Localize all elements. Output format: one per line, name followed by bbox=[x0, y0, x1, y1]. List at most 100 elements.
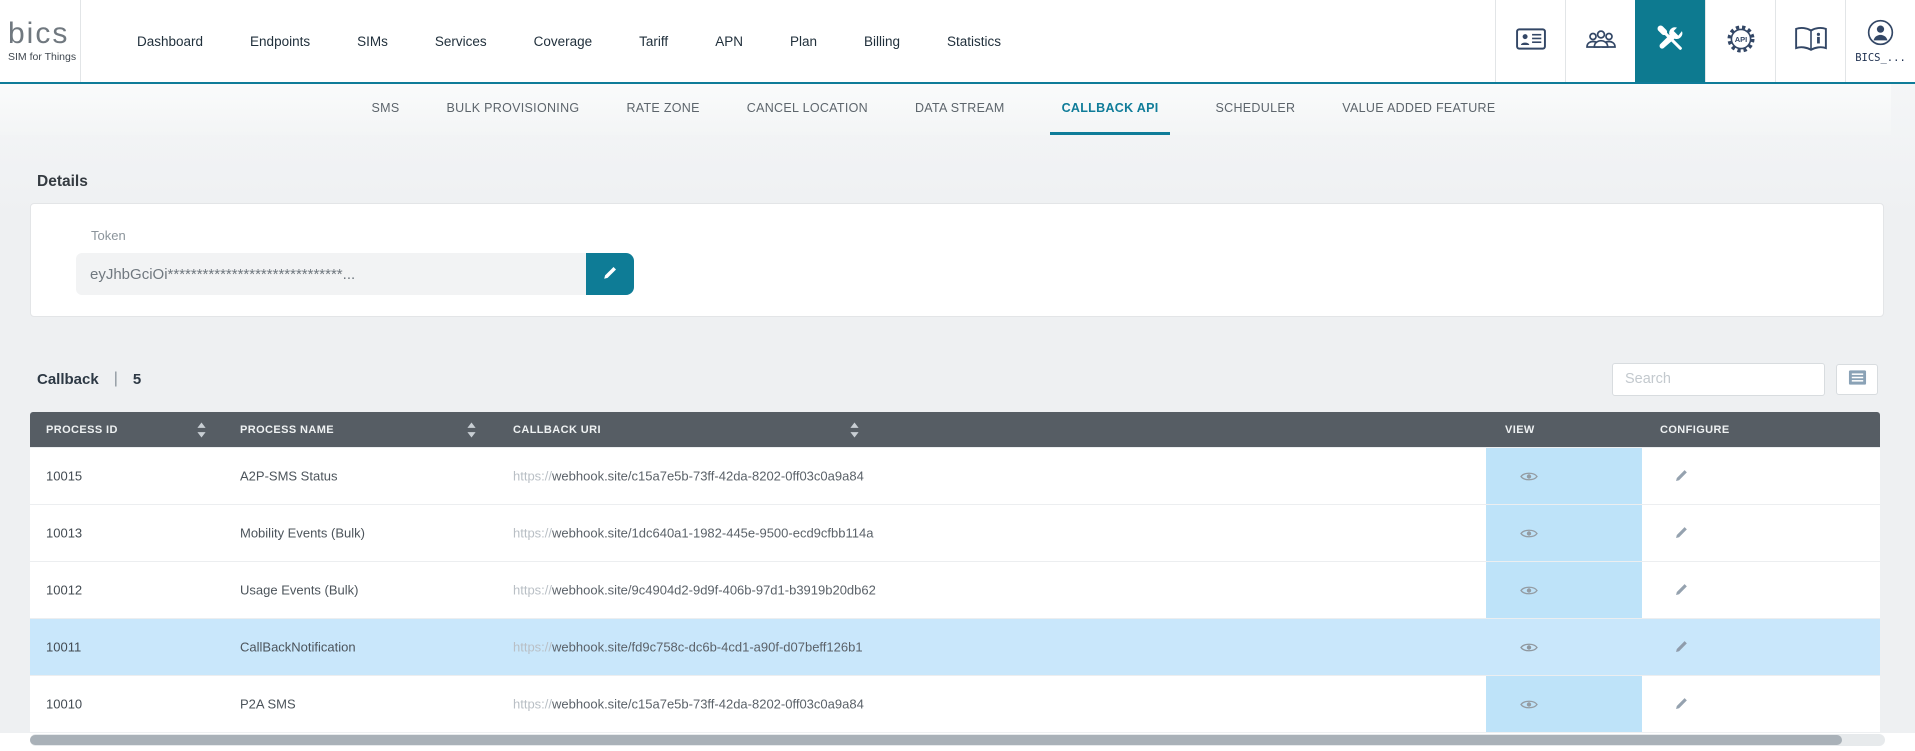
cell-callback-uri: https://webhook.site/c15a7e5b-73ff-42da-… bbox=[513, 469, 864, 484]
pencil-icon bbox=[1674, 642, 1689, 657]
nav-item-plan[interactable]: Plan bbox=[790, 34, 817, 49]
table-row-selected[interactable]: 10011 CallBackNotification https://webho… bbox=[30, 618, 1880, 675]
sort-process-id-icon[interactable] bbox=[197, 422, 206, 437]
tab-callback-api[interactable]: CALLBACK API bbox=[1050, 84, 1171, 135]
docs-book-icon bbox=[1794, 25, 1828, 58]
callback-count: 5 bbox=[133, 371, 141, 388]
main-nav: Dashboard Endpoints SIMs Services Covera… bbox=[137, 0, 1001, 82]
callback-heading: Callback | 5 bbox=[37, 370, 141, 388]
uri-path: webhook.site/1dc640a1-1982-445e-9500-ecd… bbox=[552, 526, 873, 541]
configure-cell bbox=[1670, 464, 1693, 488]
api-gear-icon: API bbox=[1723, 21, 1759, 62]
configure-cell bbox=[1670, 692, 1693, 716]
api-button[interactable]: API bbox=[1705, 0, 1775, 82]
pencil-icon bbox=[1674, 528, 1689, 543]
horizontal-scrollbar-thumb[interactable] bbox=[30, 735, 1842, 745]
tab-rate-zone[interactable]: RATE ZONE bbox=[624, 84, 701, 135]
column-settings-button[interactable] bbox=[1836, 364, 1878, 395]
nav-item-billing[interactable]: Billing bbox=[864, 34, 900, 49]
cell-process-id: 10012 bbox=[46, 583, 82, 598]
configure-button[interactable] bbox=[1670, 578, 1693, 601]
header-icon-bar: API BICS_... bbox=[1495, 0, 1915, 82]
tab-sms[interactable]: SMS bbox=[370, 84, 402, 135]
eye-icon bbox=[1520, 470, 1538, 485]
view-button[interactable] bbox=[1516, 695, 1542, 714]
app-root: bics SIM for Things Dashboard Endpoints … bbox=[0, 0, 1915, 751]
nav-item-endpoints[interactable]: Endpoints bbox=[250, 34, 310, 49]
cell-process-name: Usage Events (Bulk) bbox=[240, 583, 359, 598]
cell-callback-uri: https://webhook.site/1dc640a1-1982-445e-… bbox=[513, 526, 873, 541]
nav-item-dashboard[interactable]: Dashboard bbox=[137, 34, 203, 49]
contact-card-button[interactable] bbox=[1495, 0, 1565, 82]
tab-bulk-provisioning[interactable]: BULK PROVISIONING bbox=[445, 84, 582, 135]
details-card: Token bbox=[30, 203, 1884, 317]
configure-button[interactable] bbox=[1670, 464, 1693, 487]
configure-button[interactable] bbox=[1670, 692, 1693, 715]
tools-button[interactable] bbox=[1635, 0, 1705, 82]
configure-button[interactable] bbox=[1670, 521, 1693, 544]
top-header: bics SIM for Things Dashboard Endpoints … bbox=[0, 0, 1915, 84]
cell-process-id: 10010 bbox=[46, 697, 82, 712]
col-callback-uri: CALLBACK URI bbox=[513, 424, 601, 436]
users-button[interactable] bbox=[1565, 0, 1635, 82]
table-row[interactable]: 10012 Usage Events (Bulk) https://webhoo… bbox=[30, 561, 1880, 618]
uri-path: webhook.site/9c4904d2-9d9f-406b-97d1-b39… bbox=[552, 583, 876, 598]
nav-item-apn[interactable]: APN bbox=[715, 34, 743, 49]
pencil-icon bbox=[1674, 585, 1689, 600]
brand-logo-text: bics bbox=[8, 19, 80, 49]
cell-callback-uri: https://webhook.site/c15a7e5b-73ff-42da-… bbox=[513, 697, 864, 712]
table-row[interactable]: 10013 Mobility Events (Bulk) https://web… bbox=[30, 504, 1880, 561]
search-input[interactable] bbox=[1612, 363, 1825, 396]
cell-callback-uri: https://webhook.site/9c4904d2-9d9f-406b-… bbox=[513, 583, 876, 598]
uri-scheme: https:// bbox=[513, 469, 552, 484]
horizontal-scrollbar-track[interactable] bbox=[30, 734, 1885, 746]
uri-path: webhook.site/c15a7e5b-73ff-42da-8202-0ff… bbox=[552, 697, 864, 712]
token-input[interactable] bbox=[76, 253, 586, 295]
nav-item-statistics[interactable]: Statistics bbox=[947, 34, 1001, 49]
col-configure: CONFIGURE bbox=[1660, 424, 1730, 436]
nav-item-tariff[interactable]: Tariff bbox=[639, 34, 668, 49]
configure-button[interactable] bbox=[1670, 635, 1693, 658]
token-row bbox=[76, 253, 1883, 295]
view-button[interactable] bbox=[1516, 638, 1542, 657]
view-button[interactable] bbox=[1516, 467, 1542, 486]
tab-data-stream[interactable]: DATA STREAM bbox=[913, 84, 1007, 135]
sort-process-name-icon[interactable] bbox=[467, 422, 476, 437]
uri-scheme: https:// bbox=[513, 526, 552, 541]
scrollbar-track-band bbox=[0, 733, 1915, 751]
col-process-name: PROCESS NAME bbox=[240, 424, 334, 436]
tab-cancel-location[interactable]: CANCEL LOCATION bbox=[745, 84, 870, 135]
tab-value-added-feature[interactable]: VALUE ADDED FEATURE bbox=[1340, 84, 1497, 135]
token-edit-button[interactable] bbox=[586, 253, 634, 295]
service-tabs: SMS BULK PROVISIONING RATE ZONE CANCEL L… bbox=[0, 84, 1891, 135]
view-cell bbox=[1486, 448, 1642, 504]
table-row[interactable]: 10010 P2A SMS https://webhook.site/c15a7… bbox=[30, 675, 1880, 732]
nav-item-sims[interactable]: SIMs bbox=[357, 34, 388, 49]
table-row[interactable]: 10015 A2P-SMS Status https://webhook.sit… bbox=[30, 447, 1880, 504]
view-button[interactable] bbox=[1516, 524, 1542, 543]
brand-tagline: SIM for Things bbox=[8, 51, 80, 63]
configure-cell bbox=[1670, 521, 1693, 545]
svg-text:API: API bbox=[1734, 34, 1747, 43]
callback-header-row: Callback | 5 bbox=[37, 361, 1878, 397]
view-button[interactable] bbox=[1516, 581, 1542, 600]
brand-logo[interactable]: bics SIM for Things bbox=[0, 0, 80, 82]
nav-item-services[interactable]: Services bbox=[435, 34, 487, 49]
header-divider bbox=[80, 0, 81, 82]
eye-icon bbox=[1520, 641, 1538, 656]
pencil-icon bbox=[602, 265, 618, 284]
contact-card-icon bbox=[1516, 28, 1546, 55]
docs-button[interactable] bbox=[1775, 0, 1845, 82]
user-menu-button[interactable]: BICS_... bbox=[1845, 0, 1915, 82]
sort-callback-uri-icon[interactable] bbox=[850, 422, 859, 437]
tab-scheduler[interactable]: SCHEDULER bbox=[1213, 84, 1297, 135]
view-cell bbox=[1486, 562, 1642, 618]
view-cell bbox=[1486, 619, 1642, 675]
nav-item-coverage[interactable]: Coverage bbox=[534, 34, 593, 49]
uri-path: webhook.site/c15a7e5b-73ff-42da-8202-0ff… bbox=[552, 469, 864, 484]
token-label: Token bbox=[91, 228, 1883, 243]
cell-process-id: 10015 bbox=[46, 469, 82, 484]
configure-cell bbox=[1670, 635, 1693, 659]
callback-title: Callback bbox=[37, 371, 99, 388]
view-cell bbox=[1486, 676, 1642, 732]
